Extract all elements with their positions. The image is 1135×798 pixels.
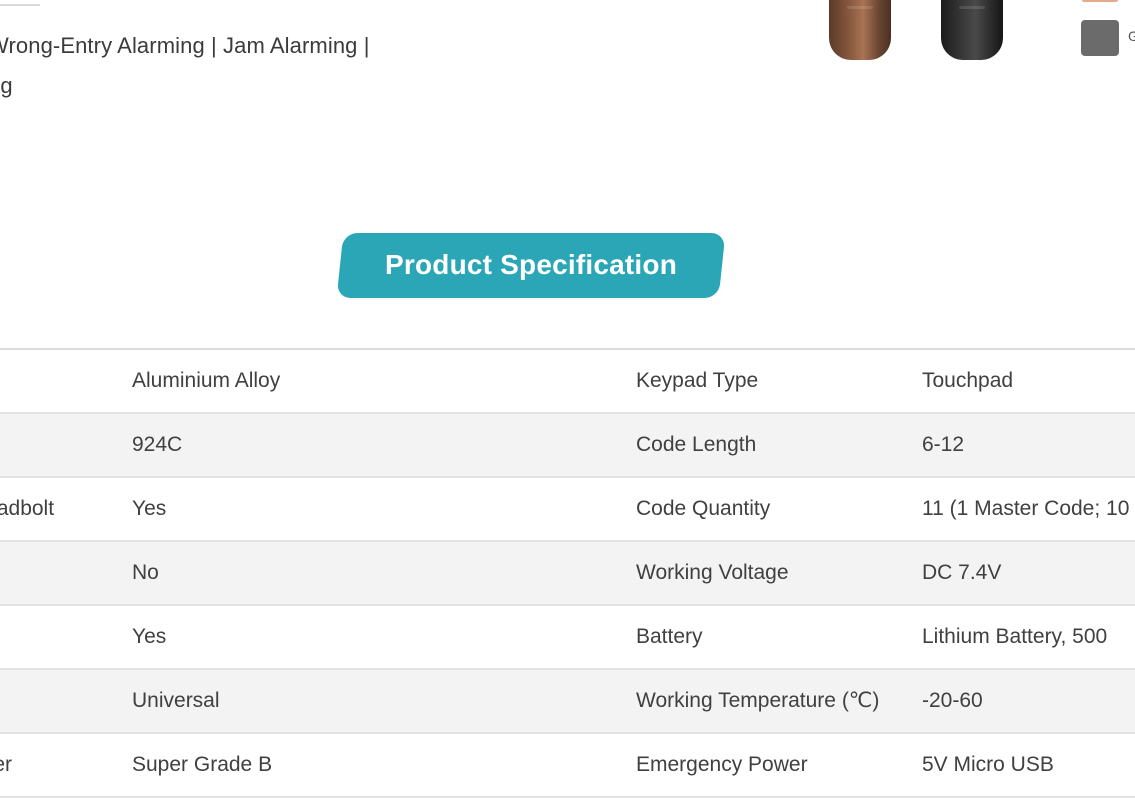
spec-value: Yes [132,625,167,648]
swatch-label: G [1128,28,1135,44]
spec-label: Working Voltage [636,561,789,584]
spec-value: 6-12 [922,433,965,456]
spec-label: Emergency Power [636,753,808,776]
spec-label: Keypad Type [636,369,759,392]
color-swatch-gray[interactable] [1081,20,1119,56]
product-image-bronze-lock[interactable] [829,0,891,60]
spec-label: Working Temperature (℃) [636,689,880,712]
spec-table: Aluminium Alloy Keypad Type Touchpad 924… [0,348,1135,798]
divider [0,0,40,6]
spec-label: Deadbolt [0,497,55,520]
spec-value: Touchpad [922,369,1014,392]
feature-text-line: Wrong-Entry Alarming | Jam Alarming | [0,33,370,58]
spec-value: DC 7.4V [922,561,1002,584]
spec-value: Lithium Battery, 500 [922,625,1108,648]
spec-value: No [132,561,159,584]
spec-row: nder Super Grade B Emergency Power 5V Mi… [0,734,1135,798]
product-image-black-lock[interactable] [941,0,1003,60]
spec-label: Code Quantity [636,497,771,520]
spec-row: No Working Voltage DC 7.4V [0,542,1135,606]
spec-value: Yes [132,497,167,520]
spec-row: 924C Code Length 6-12 [0,414,1135,478]
section-title: Product Specification [384,249,678,280]
spec-row: Yes Battery Lithium Battery, 500 [0,606,1135,670]
spec-label: Battery [636,625,703,648]
spec-value: Aluminium Alloy [132,369,281,392]
spec-value: 11 (1 Master Code; 10 [922,497,1130,520]
color-swatch-bronze[interactable] [1082,0,1118,2]
spec-value: -20-60 [922,689,983,712]
spec-value: 5V Micro USB [922,753,1054,776]
spec-row: Deadbolt Yes Code Quantity 11 (1 Master … [0,478,1135,542]
spec-row: Aluminium Alloy Keypad Type Touchpad [0,350,1135,414]
spec-value: Super Grade B [132,753,273,776]
spec-value: 924C [132,433,183,456]
spec-row: Universal Working Temperature (℃) -20-60 [0,670,1135,734]
feature-text-line-continued: ng [0,73,13,98]
spec-label: nder [0,753,13,776]
spec-label: Code Length [636,433,757,456]
spec-value: Universal [132,689,220,712]
